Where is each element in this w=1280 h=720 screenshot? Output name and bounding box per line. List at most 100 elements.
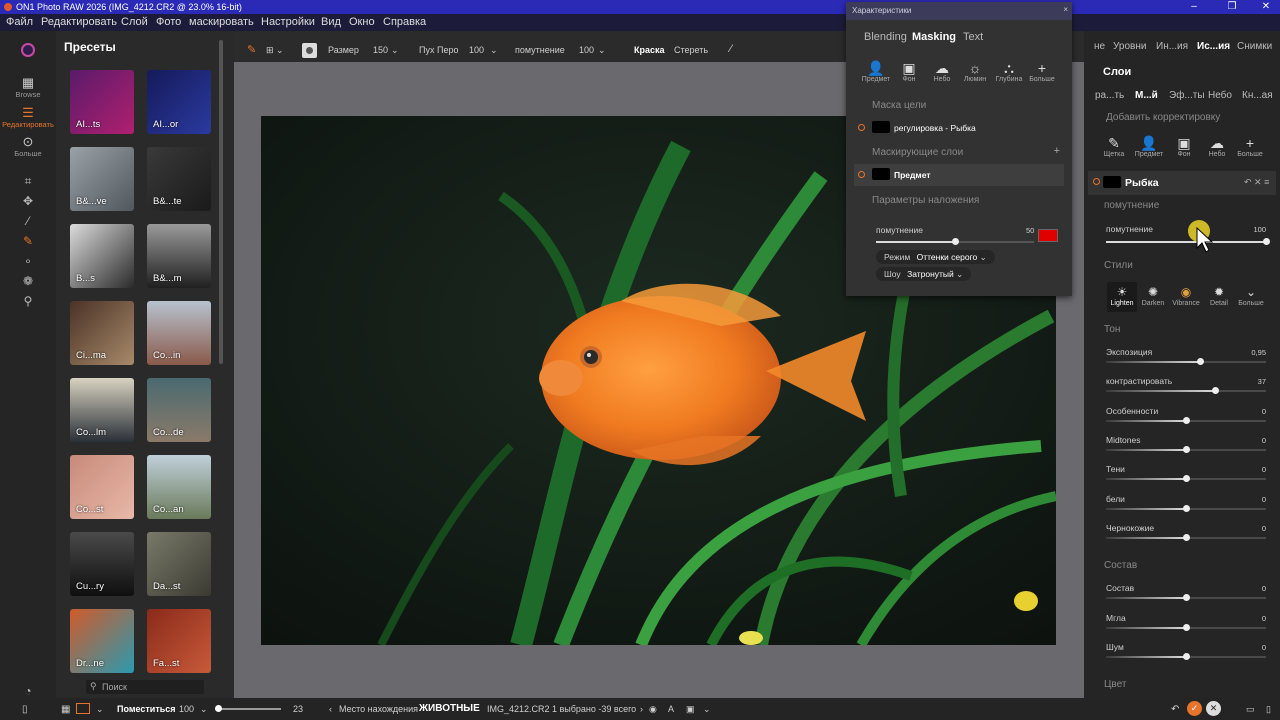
opacity-chevron-icon[interactable]: ⌄ [598, 45, 606, 56]
mask-view-chevron-icon[interactable]: ⌄ [703, 704, 711, 715]
move-icon[interactable]: ✥ [20, 193, 36, 209]
size-chevron-icon[interactable]: ⌄ [391, 45, 399, 56]
tab-ne[interactable]: не [1094, 41, 1105, 52]
slider-knob[interactable] [1183, 653, 1190, 660]
tab-text[interactable]: Text [963, 31, 983, 43]
undo-icon[interactable]: ↶ [1171, 704, 1179, 715]
maximize-icon[interactable]: ❐ [1218, 0, 1246, 14]
brush-mode-dropdown[interactable]: ⊞ ⌄ [266, 45, 284, 56]
preset-ai-ts[interactable]: AI...ts [70, 70, 134, 134]
compare-icon[interactable]: A [668, 704, 674, 714]
menu-view[interactable]: Вид [321, 16, 341, 28]
mask-view-icon[interactable]: ▣ [686, 704, 695, 715]
layer-actions-icon[interactable]: ↶ ✕ ≡ [1244, 177, 1269, 188]
subtab-effects[interactable]: Эф...ты [1169, 90, 1205, 101]
tab-masking[interactable]: Masking [912, 31, 956, 43]
composition-slider[interactable] [1106, 653, 1266, 660]
zoom-value[interactable]: 100 [179, 704, 194, 714]
gradient-icon[interactable]: ∘ [20, 253, 36, 269]
slider-knob[interactable] [1183, 416, 1190, 424]
subtab-local[interactable]: М...й [1135, 90, 1158, 101]
tone-slider[interactable] [1106, 533, 1266, 541]
menu-layer[interactable]: Слой [121, 16, 148, 28]
mask-luminance-button[interactable]: ☼ Люмин [958, 60, 992, 83]
overlay-color-swatch[interactable] [1038, 229, 1058, 242]
tone-slider[interactable] [1106, 416, 1266, 424]
slider-knob[interactable] [1183, 623, 1190, 631]
layer-opacity-slider[interactable] [1106, 238, 1270, 245]
mask-more-button[interactable]: + Больше [1025, 60, 1059, 83]
preset-co-lm[interactable]: Co...lm [70, 378, 134, 442]
opacity-value[interactable]: 100 [579, 45, 594, 55]
add-more-button[interactable]: + Больше [1234, 135, 1266, 158]
close-icon[interactable]: ✕ [1252, 0, 1280, 14]
menu-photo[interactable]: Фото [156, 16, 181, 28]
preset-bw-ve[interactable]: B&...ve [70, 147, 134, 211]
grid-view-icon[interactable]: ▦ [61, 704, 70, 715]
preset-bw-te[interactable]: B&...te [147, 147, 211, 211]
panel-toggle-icon[interactable]: ▭ [1246, 704, 1255, 715]
slider-knob[interactable] [1183, 533, 1190, 541]
zoom-slider[interactable] [215, 705, 281, 712]
preset-co-st[interactable]: Co...st [70, 455, 134, 519]
mask-sky-button[interactable]: ☁ Небо [925, 60, 959, 83]
size-value[interactable]: 150 [373, 45, 388, 55]
layer-visibility-icon[interactable] [1093, 178, 1100, 185]
presets-scrollbar[interactable] [219, 40, 223, 364]
mask-subject-button[interactable]: 👤 Предмет [859, 60, 893, 83]
mask-background-button[interactable]: ▣ Фон [892, 60, 926, 83]
tab-info[interactable]: Ин...ия [1156, 41, 1188, 52]
location-value[interactable]: ЖИВОТНЫЕ [419, 703, 480, 714]
add-background-button[interactable]: ▣ Фон [1168, 135, 1200, 158]
slider-knob[interactable] [1197, 358, 1205, 365]
single-view-icon[interactable] [76, 703, 90, 714]
preset-dr-ne[interactable]: Dr...ne [70, 609, 134, 673]
menu-file[interactable]: Файл [6, 16, 33, 28]
preset-fa-st[interactable]: Fa...st [147, 609, 211, 673]
mask-depth-button[interactable]: ⛬ Глубина [992, 60, 1026, 83]
menu-help[interactable]: Справка [383, 16, 426, 28]
subtab-sky[interactable]: Небо [1208, 90, 1232, 101]
view-chevron-icon[interactable]: ⌄ [96, 704, 104, 715]
preset-co-in[interactable]: Co...in [147, 301, 211, 365]
sidebar-toggle-icon[interactable]: ▯ [22, 704, 28, 715]
composition-slider[interactable] [1106, 623, 1266, 631]
rail-edit[interactable]: ☰ Редактировать [0, 106, 56, 130]
overlay-opacity-slider[interactable] [876, 238, 1034, 245]
help-icon[interactable]: ◔ [20, 683, 36, 699]
tab-snapshots[interactable]: Снимки [1237, 41, 1272, 52]
tab-blending[interactable]: Blending [864, 31, 907, 43]
brush-preview-icon[interactable] [302, 43, 317, 58]
tab-levels[interactable]: Уровни [1113, 41, 1146, 52]
next-arrow-icon[interactable]: › [640, 704, 643, 714]
paint-button[interactable]: Краска [634, 45, 665, 55]
mask-layer-row[interactable]: Предмет [858, 168, 931, 180]
style-vibrance-button[interactable]: ◉ Vibrance [1171, 282, 1201, 312]
preset-ci-ma[interactable]: Ci...ma [70, 301, 134, 365]
target-adjustment-row[interactable]: регулировка - Рыбка [858, 121, 976, 133]
tone-slider[interactable] [1106, 387, 1266, 395]
menu-settings[interactable]: Настройки [261, 16, 315, 28]
rail-browse[interactable]: ▦ Browse [0, 76, 56, 100]
brush-tool-icon[interactable]: ✎ [247, 43, 256, 56]
slider-knob[interactable] [1183, 445, 1190, 453]
preset-co-de[interactable]: Co...de [147, 378, 211, 442]
eye-icon[interactable]: ◉ [649, 704, 657, 715]
style-lighten-button[interactable]: ☀ Lighten [1107, 282, 1137, 312]
visibility-dot-icon[interactable] [858, 171, 865, 178]
visibility-dot-icon[interactable] [858, 124, 865, 131]
cancel-button-icon[interactable]: ✕ [1206, 701, 1221, 716]
show-dropdown[interactable]: Шоу Затронутый ⌄ [876, 267, 972, 281]
slider-knob[interactable] [1183, 504, 1190, 512]
tone-slider[interactable] [1106, 445, 1266, 453]
slider-knob[interactable] [1183, 594, 1190, 601]
preset-b-s[interactable]: B...s [70, 224, 134, 288]
menu-mask[interactable]: маскировать [189, 16, 254, 28]
crop-icon[interactable]: ⌗ [20, 173, 36, 189]
layer-name[interactable]: Рыбка [1125, 177, 1159, 189]
style-more-button[interactable]: ⌄ Больше [1236, 282, 1266, 312]
composition-slider[interactable] [1106, 594, 1266, 601]
feather-chevron-icon[interactable]: ⌄ [490, 45, 498, 56]
add-subject-button[interactable]: 👤 Предмет [1133, 135, 1165, 158]
tone-slider[interactable] [1106, 504, 1266, 512]
